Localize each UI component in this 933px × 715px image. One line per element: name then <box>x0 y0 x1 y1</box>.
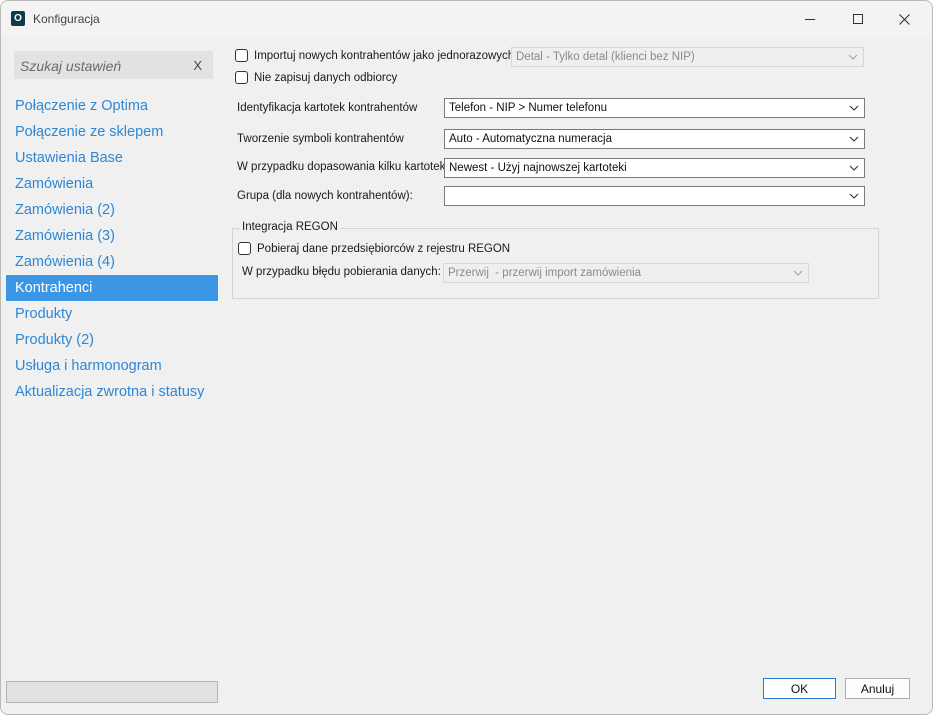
import-oneoff-select: Detal - Tylko detal (klienci bez NIP) <box>511 47 864 67</box>
import-oneoff-checkbox[interactable] <box>235 49 248 62</box>
maximize-icon <box>853 14 863 24</box>
ok-button[interactable]: OK <box>763 678 836 699</box>
search-clear-button[interactable]: X <box>193 58 202 73</box>
cancel-button[interactable]: Anuluj <box>845 678 910 699</box>
sidebar-item-polaczenie-ze-sklepem[interactable]: Połączenie ze sklepem <box>6 119 218 145</box>
chevron-down-icon <box>793 270 803 276</box>
minimize-icon <box>805 19 815 20</box>
import-oneoff-row[interactable]: Importuj nowych kontrahentów jako jednor… <box>235 49 514 62</box>
sidebar-item-ustawienia-base[interactable]: Ustawienia Base <box>6 145 218 171</box>
sidebar-item-zamowienia-3[interactable]: Zamówienia (3) <box>6 223 218 249</box>
search-box: X <box>14 51 213 79</box>
symbols-select-value: Auto - Automatyczna numeracja <box>449 133 612 145</box>
regon-fetch-label: Pobieraj dane przedsiębiorców z rejestru… <box>257 242 511 255</box>
settings-sidebar: X Połączenie z Optima Połączenie ze skle… <box>6 38 218 671</box>
chevron-down-icon <box>849 136 859 142</box>
settings-panel: Importuj nowych kontrahentów jako jednor… <box>223 38 932 671</box>
sidebar-item-produkty-2[interactable]: Produkty (2) <box>6 327 218 353</box>
no-save-recipient-checkbox[interactable] <box>235 71 248 84</box>
group-select[interactable] <box>444 186 865 206</box>
chevron-down-icon <box>848 54 858 60</box>
multi-match-select[interactable]: Newest - Użyj najnowszej kartoteki <box>444 158 865 178</box>
identification-select[interactable]: Telefon - NIP > Numer telefonu <box>444 98 865 118</box>
multi-match-label: W przypadku dopasowania kilku kartotek <box>237 161 446 173</box>
sidebar-item-produkty[interactable]: Produkty <box>6 301 218 327</box>
search-input[interactable] <box>20 58 180 74</box>
regon-fetch-row[interactable]: Pobieraj dane przedsiębiorców z rejestru… <box>238 242 510 255</box>
sidebar-item-aktualizacja-zwrotna[interactable]: Aktualizacja zwrotna i statusy <box>6 379 218 405</box>
import-oneoff-select-value: Detal - Tylko detal (klienci bez NIP) <box>516 51 695 63</box>
regon-error-label: W przypadku błędu pobierania danych: <box>242 266 441 278</box>
sidebar-item-zamowienia-2[interactable]: Zamówienia (2) <box>6 197 218 223</box>
identification-label: Identyfikacja kartotek kontrahentów <box>237 102 418 114</box>
identification-select-value: Telefon - NIP > Numer telefonu <box>449 102 607 114</box>
regon-groupbox: Integracja REGON Pobieraj dane przedsięb… <box>232 221 879 299</box>
regon-legend: Integracja REGON <box>240 221 340 233</box>
maximize-button[interactable] <box>835 1 881 37</box>
no-save-recipient-label: Nie zapisuj danych odbiorcy <box>254 71 398 84</box>
regon-error-select: Przerwij - przerwij import zamówienia <box>443 263 809 283</box>
chevron-down-icon <box>849 193 859 199</box>
sidebar-item-kontrahenci[interactable]: Kontrahenci <box>6 275 218 301</box>
symbols-label: Tworzenie symboli kontrahentów <box>237 133 404 145</box>
sidebar-item-zamowienia[interactable]: Zamówienia <box>6 171 218 197</box>
regon-error-select-value: Przerwij - przerwij import zamówienia <box>448 267 641 279</box>
symbols-select[interactable]: Auto - Automatyczna numeracja <box>444 129 865 149</box>
app-icon: O <box>11 11 25 26</box>
multi-match-select-value: Newest - Użyj najnowszej kartoteki <box>449 162 627 174</box>
close-icon <box>898 13 910 25</box>
minimize-button[interactable] <box>787 1 833 37</box>
regon-fetch-checkbox[interactable] <box>238 242 251 255</box>
group-label: Grupa (dla nowych kontrahentów): <box>237 190 413 202</box>
sidebar-item-polaczenie-z-optima[interactable]: Połączenie z Optima <box>6 93 218 119</box>
settings-nav: Połączenie z Optima Połączenie ze sklepe… <box>6 93 218 405</box>
no-save-recipient-row[interactable]: Nie zapisuj danych odbiorcy <box>235 71 397 84</box>
title-bar: O Konfiguracja <box>1 1 932 37</box>
sidebar-status-bar <box>6 681 218 703</box>
chevron-down-icon <box>849 165 859 171</box>
sidebar-item-usluga-i-harmonogram[interactable]: Usługa i harmonogram <box>6 353 218 379</box>
window-title: Konfiguracja <box>33 12 100 26</box>
sidebar-item-zamowienia-4[interactable]: Zamówienia (4) <box>6 249 218 275</box>
import-oneoff-label: Importuj nowych kontrahentów jako jednor… <box>254 49 515 62</box>
config-window: O Konfiguracja X Połączenie z Optima Poł… <box>0 0 933 715</box>
chevron-down-icon <box>849 105 859 111</box>
close-button[interactable] <box>881 1 927 37</box>
